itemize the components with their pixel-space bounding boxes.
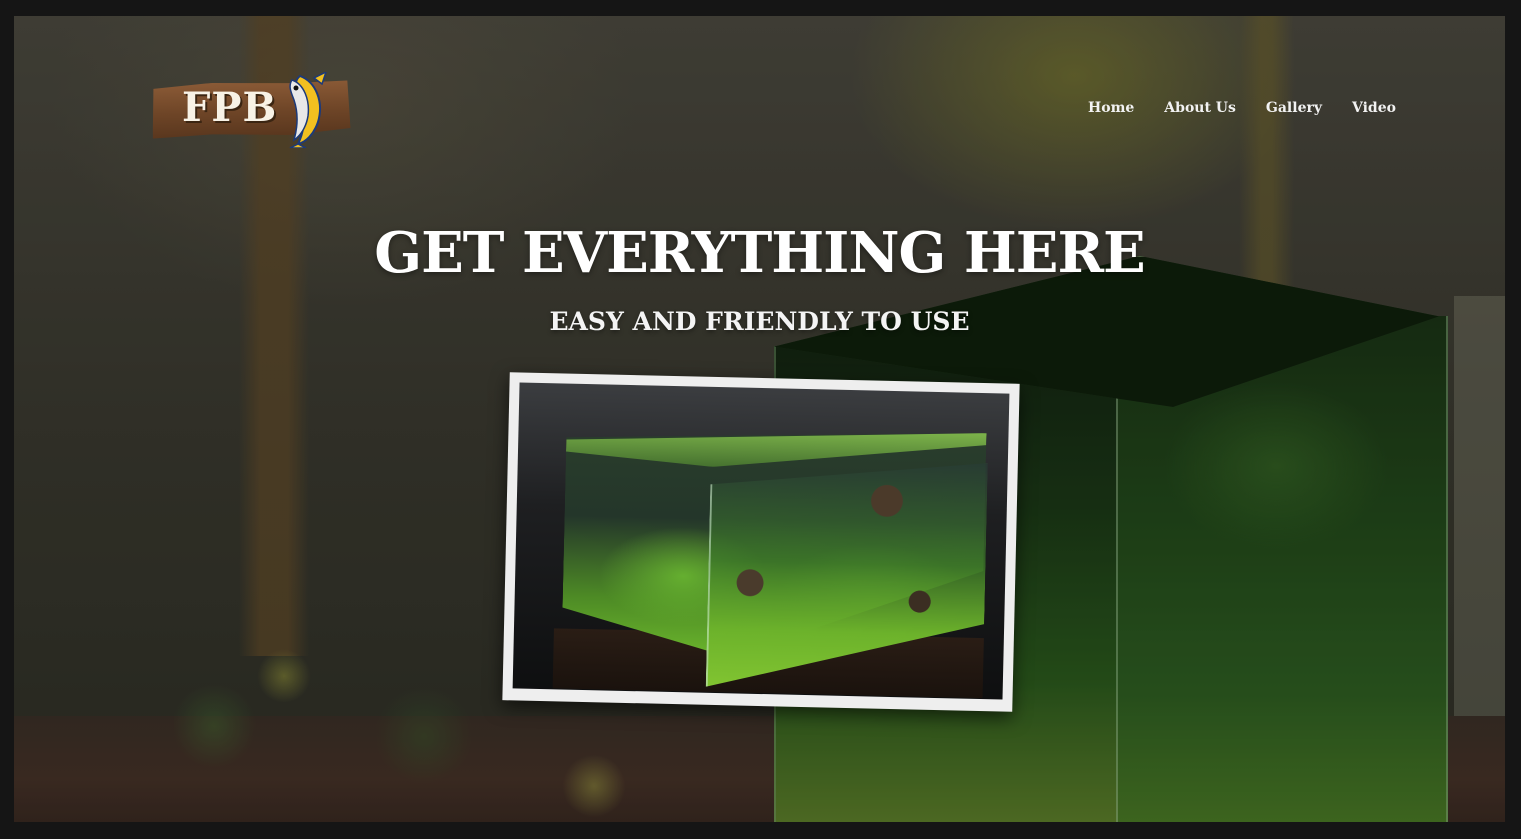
- nav-home[interactable]: Home: [1088, 100, 1134, 116]
- logo-text: FPB: [182, 84, 278, 131]
- photo-image: [512, 382, 1010, 700]
- nav-about-us[interactable]: About Us: [1164, 100, 1236, 116]
- featured-aquarium-photo: [502, 372, 1020, 712]
- site-logo[interactable]: FPB: [152, 72, 352, 154]
- hero-subtitle: EASY AND FRIENDLY TO USE: [549, 307, 970, 336]
- photo-aquarium: [561, 424, 987, 698]
- nav-video[interactable]: Video: [1352, 100, 1396, 116]
- nav-gallery[interactable]: Gallery: [1266, 100, 1322, 116]
- tank-front-glass: [706, 457, 988, 693]
- main-nav: Home About Us Gallery Video: [1088, 100, 1396, 116]
- fish-icon: [289, 72, 327, 148]
- hero-section: FPB Home About Us Gallery Video GET EVER…: [14, 16, 1505, 822]
- hero-title: GET EVERYTHING HERE: [374, 220, 1145, 286]
